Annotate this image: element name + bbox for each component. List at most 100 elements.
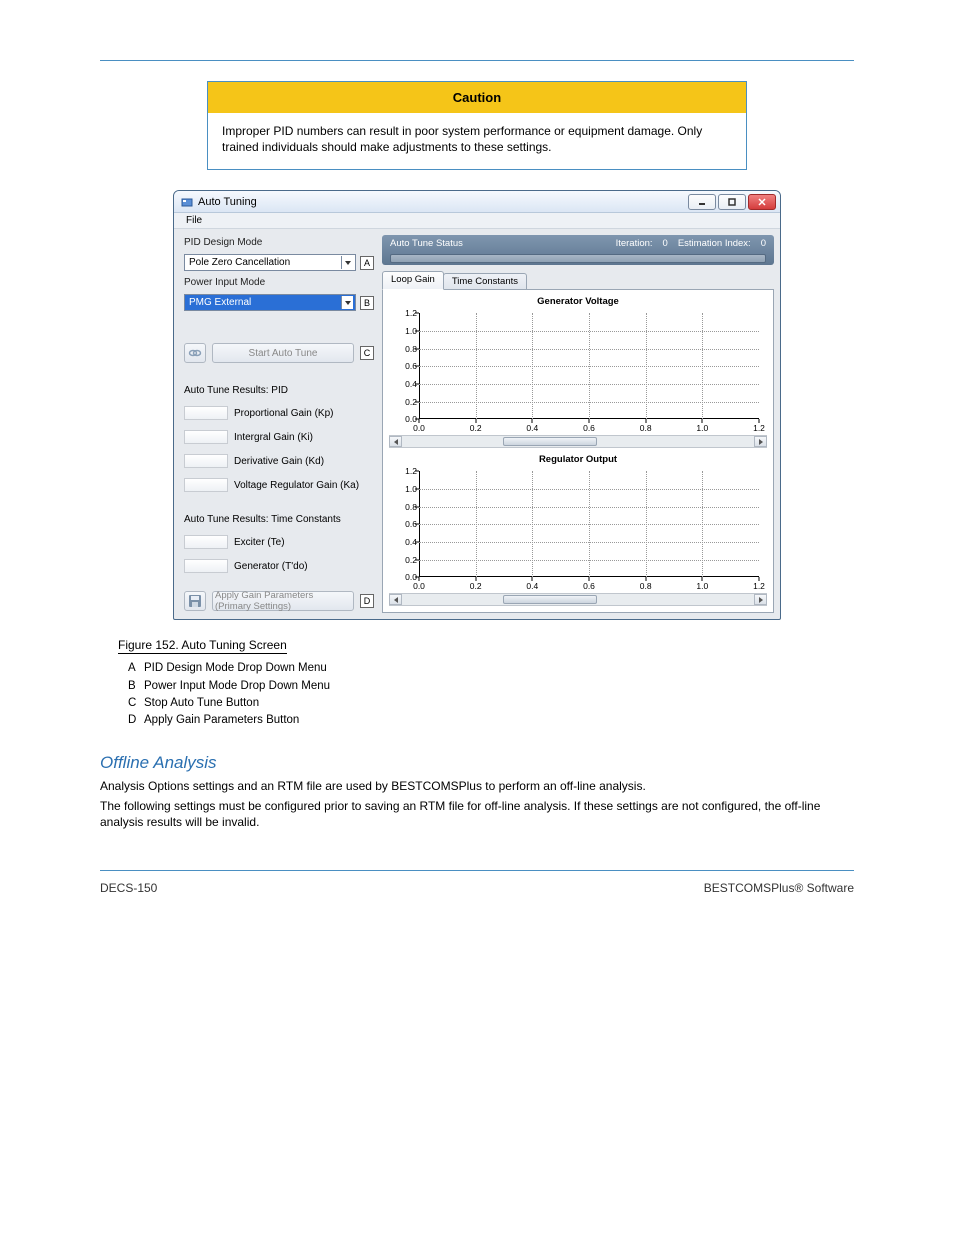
close-button[interactable] [748, 194, 776, 210]
callout-key: B [128, 678, 144, 695]
y-tick-label: 0.4 [393, 379, 417, 389]
pid-mode-value: Pole Zero Cancellation [189, 257, 290, 268]
callout-c: C [360, 346, 374, 360]
x-tick-label: 0.8 [640, 581, 652, 591]
result-row: Intergral Gain (Ki) [184, 430, 374, 444]
estimation-value: 0 [761, 238, 766, 249]
app-icon [180, 195, 194, 209]
chart-scrollbar[interactable] [389, 435, 767, 448]
auto-tuning-window: Auto Tuning File PID Design Mode Pole Ze… [173, 190, 781, 620]
kp-field[interactable] [184, 406, 228, 420]
tab-panel: Generator Voltage 0.0 0.2 0.4 0.6 0.8 1.0 1.2 0… [382, 289, 774, 613]
callout-text: Apply Gain Parameters Button [144, 712, 299, 729]
y-tick-label: 0.6 [393, 361, 417, 371]
callout-text: Stop Auto Tune Button [144, 695, 259, 712]
te-field[interactable] [184, 535, 228, 549]
iteration-label: Iteration: [616, 238, 653, 249]
body-paragraph: Analysis Options settings and an RTM fil… [100, 779, 854, 795]
x-tick-label: 0.6 [583, 581, 595, 591]
start-icon-button[interactable] [184, 343, 206, 363]
x-tick-label: 0.4 [526, 423, 538, 433]
callout-key: C [128, 695, 144, 712]
scroll-left-icon[interactable] [389, 436, 402, 447]
callout-list: APID Design Mode Drop Down Menu BPower I… [128, 660, 854, 729]
result-row: Proportional Gain (Kp) [184, 406, 374, 420]
x-tick-label: 0.2 [470, 423, 482, 433]
x-tick-label: 1.0 [696, 581, 708, 591]
power-mode-combo[interactable]: PMG External [184, 294, 356, 311]
x-tick-label: 1.2 [753, 581, 765, 591]
callout-key: D [128, 712, 144, 729]
chart-title-bottom: Regulator Output [389, 454, 767, 465]
chart-title-top: Generator Voltage [389, 296, 767, 307]
chevron-down-icon [341, 256, 353, 269]
scroll-left-icon[interactable] [389, 594, 402, 605]
chart-scrollbar[interactable] [389, 593, 767, 606]
result-row: Generator (T'do) [184, 559, 374, 573]
x-tick-label: 0.0 [413, 423, 425, 433]
y-tick-label: 1.2 [393, 308, 417, 318]
caution-body: Improper PID numbers can result in poor … [208, 113, 746, 169]
callout-b: B [360, 296, 374, 310]
callout-text: Power Input Mode Drop Down Menu [144, 678, 330, 695]
x-tick-label: 0.8 [640, 423, 652, 433]
scroll-right-icon[interactable] [754, 436, 767, 447]
callout-a: A [360, 256, 374, 270]
y-tick-label: 0.2 [393, 555, 417, 565]
left-pane: PID Design Mode Pole Zero Cancellation A… [174, 229, 382, 619]
link-icon [188, 347, 202, 359]
status-title: Auto Tune Status [390, 238, 606, 249]
y-tick-label: 0.8 [393, 344, 417, 354]
minimize-button[interactable] [688, 194, 716, 210]
window-title: Auto Tuning [198, 196, 686, 208]
x-tick-label: 0.2 [470, 581, 482, 591]
save-icon-button[interactable] [184, 591, 206, 611]
status-bar: Auto Tune Status Iteration: 0 Estimation… [382, 235, 774, 265]
ka-field[interactable] [184, 478, 228, 492]
pid-results-title: Auto Tune Results: PID [184, 385, 374, 396]
callout-text: PID Design Mode Drop Down Menu [144, 660, 327, 677]
result-row: Voltage Regulator Gain (Ka) [184, 478, 374, 492]
ki-label: Intergral Gain (Ki) [234, 432, 313, 443]
y-tick-label: 1.0 [393, 326, 417, 336]
footer-right: BESTCOMSPlus® Software [704, 881, 854, 895]
kp-label: Proportional Gain (Kp) [234, 408, 334, 419]
apply-gain-button[interactable]: Apply Gain Parameters (Primary Settings) [212, 591, 354, 611]
menubar: File [174, 213, 780, 229]
result-row: Exciter (Te) [184, 535, 374, 549]
start-auto-tune-button[interactable]: Start Auto Tune [212, 343, 354, 363]
scroll-right-icon[interactable] [754, 594, 767, 605]
menu-file[interactable]: File [180, 213, 208, 228]
scroll-thumb[interactable] [503, 595, 597, 604]
tab-time-constants[interactable]: Time Constants [443, 273, 527, 290]
x-tick-label: 0.4 [526, 581, 538, 591]
caution-box: Caution Improper PID numbers can result … [207, 81, 747, 170]
ki-field[interactable] [184, 430, 228, 444]
result-row: Derivative Gain (Kd) [184, 454, 374, 468]
figure-caption: Figure 152. Auto Tuning Screen [118, 638, 287, 654]
scroll-thumb[interactable] [503, 437, 597, 446]
maximize-button[interactable] [718, 194, 746, 210]
kd-field[interactable] [184, 454, 228, 468]
generator-voltage-chart: 0.00.20.40.60.81.01.20.00.20.40.60.81.01… [393, 309, 767, 433]
kd-label: Derivative Gain (Kd) [234, 456, 324, 467]
regulator-output-chart: 0.00.20.40.60.81.01.20.00.20.40.60.81.01… [393, 467, 767, 591]
y-tick-label: 0.6 [393, 519, 417, 529]
titlebar[interactable]: Auto Tuning [174, 191, 780, 213]
te-label: Exciter (Te) [234, 537, 285, 548]
y-tick-label: 0.8 [393, 502, 417, 512]
y-tick-label: 0.2 [393, 397, 417, 407]
y-tick-label: 1.0 [393, 484, 417, 494]
tdo-field[interactable] [184, 559, 228, 573]
tdo-label: Generator (T'do) [234, 561, 308, 572]
pid-mode-combo[interactable]: Pole Zero Cancellation [184, 254, 356, 271]
tab-loop-gain[interactable]: Loop Gain [382, 271, 444, 290]
right-pane: Auto Tune Status Iteration: 0 Estimation… [382, 229, 780, 619]
y-tick-label: 1.2 [393, 466, 417, 476]
y-tick-label: 0.4 [393, 537, 417, 547]
estimation-label: Estimation Index: [678, 238, 751, 249]
power-mode-value: PMG External [189, 297, 251, 308]
floppy-icon [188, 594, 202, 608]
x-tick-label: 0.6 [583, 423, 595, 433]
power-mode-label: Power Input Mode [184, 277, 374, 288]
